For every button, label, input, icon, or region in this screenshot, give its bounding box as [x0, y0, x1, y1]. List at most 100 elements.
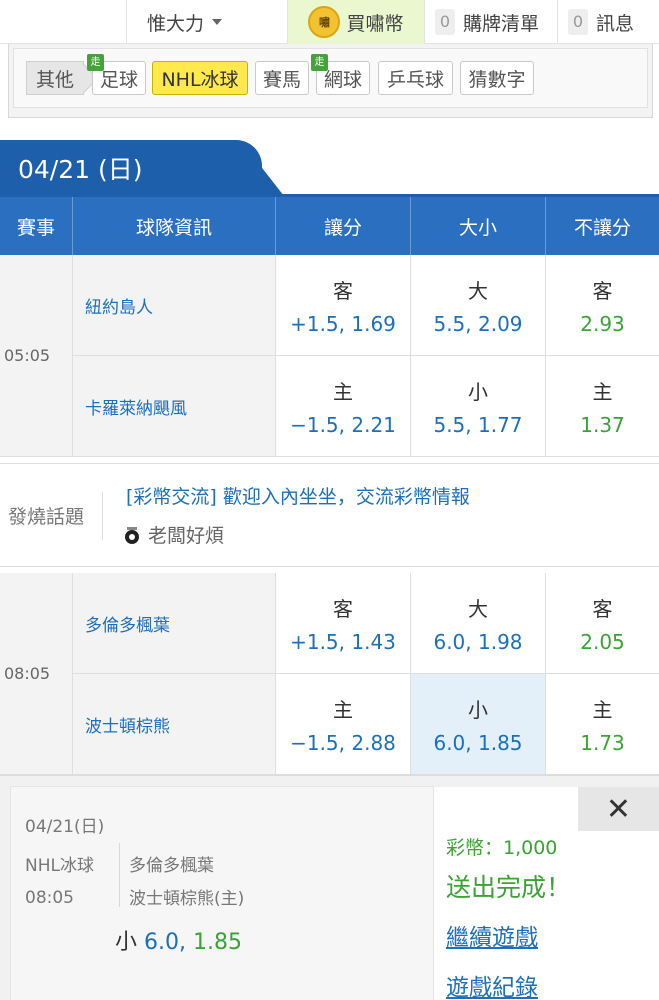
odds-moneyline[interactable]: 客 2.93	[546, 255, 659, 356]
sport-chip-label: 賽馬	[262, 68, 301, 91]
sport-chip-table-tennis[interactable]: 乒乓球	[378, 61, 453, 95]
header-over-under: 大小	[411, 197, 546, 255]
odds-over-under[interactable]: 大 5.5, 2.09	[411, 255, 546, 356]
bet-pick-odds: 1.85	[193, 930, 242, 955]
odds-side: 主	[592, 379, 613, 404]
odds-side: 主	[333, 379, 353, 404]
odds-over-under-selected[interactable]: 小 6.0, 1.85	[411, 674, 546, 775]
top-nav: 惟大力 嘯 買嘯幣 0 購牌清單 0 訊息	[0, 0, 659, 44]
odds-moneyline[interactable]: 主 1.73	[546, 674, 659, 775]
header-moneyline: 不讓分	[546, 197, 659, 255]
buy-coin-button[interactable]: 嘯 買嘯幣	[287, 0, 424, 44]
odds-handicap[interactable]: 客 +1.5, 1.43	[276, 573, 411, 674]
live-badge: 走	[87, 54, 104, 71]
date-tab[interactable]: 04/21 (日)	[0, 140, 262, 196]
divider	[102, 492, 103, 540]
odds-value: 2.05	[580, 629, 625, 654]
odds-value: 1.37	[580, 412, 625, 437]
submit-success-message: 送出完成！	[446, 873, 572, 902]
odds-side: 主	[333, 697, 353, 722]
team-name[interactable]: 卡羅萊納颶風	[73, 356, 276, 457]
live-badge: 走	[311, 54, 328, 71]
odds-value: 2.93	[580, 311, 625, 336]
team-name[interactable]: 多倫多楓葉	[73, 573, 276, 674]
game-history-link[interactable]: 遊戲紀錄	[446, 968, 538, 1000]
author-name: 老闆好煩	[148, 525, 225, 547]
odds-moneyline[interactable]: 客 2.05	[546, 573, 659, 674]
messages-button[interactable]: 0 訊息	[557, 0, 659, 44]
hot-topic-bar: 發燒話題 [彩幣交流] 歡迎入內坐坐，交流彩幣情報 老闆好煩	[0, 463, 659, 567]
team-name[interactable]: 紐約島人	[73, 255, 276, 356]
sport-chip-label: 乒乓球	[386, 68, 444, 91]
divider	[119, 843, 120, 907]
odds-side: 主	[592, 697, 613, 722]
continue-game-link[interactable]: 繼續遊戲	[446, 918, 538, 952]
sport-chip-guess-number[interactable]: 猜數字	[460, 61, 534, 95]
odds-value: +1.5, 1.43	[290, 629, 396, 654]
coin-balance: 彩幣：1,000	[446, 837, 558, 859]
odds-over-under[interactable]: 小 5.5, 1.77	[411, 356, 546, 457]
odds-handicap[interactable]: 主 −1.5, 2.88	[276, 674, 411, 775]
odds-value: 5.5, 1.77	[433, 412, 523, 437]
sport-chip-label: NHL冰球	[161, 68, 239, 91]
odds-value: 5.5, 2.09	[433, 311, 523, 336]
coin-icon: 嘯	[308, 6, 341, 38]
bet-time: 08:05	[25, 888, 74, 908]
other-sports-label: 其他	[35, 68, 74, 91]
sport-chip-tennis[interactable]: 走 網球	[311, 54, 370, 95]
odds-value: −1.5, 2.21	[290, 412, 396, 437]
other-sports-tab[interactable]: 其他	[26, 61, 84, 95]
sport-chip-horse-racing[interactable]: 賽馬	[255, 61, 309, 95]
bet-team-home: 波士頓棕熊(主)	[129, 889, 245, 909]
team-name[interactable]: 波士頓棕熊	[73, 674, 276, 775]
odds-value: 6.0, 1.85	[433, 730, 523, 755]
odds-value: 6.0, 1.98	[433, 629, 523, 654]
hot-topic-label: 發燒話題	[8, 506, 85, 528]
close-icon: ✕	[605, 791, 632, 827]
user-name: 惟大力	[147, 12, 205, 35]
sport-filter: 其他 走 足球 NHL冰球 賽馬 走 網球 乒乓球 猜數字	[8, 44, 653, 118]
author-avatar-icon	[125, 526, 139, 544]
odds-side: 客	[592, 596, 613, 621]
bet-team-away: 多倫多楓葉	[129, 856, 214, 876]
odds-side: 大	[468, 278, 488, 303]
bet-pick-line: 6.0	[144, 930, 180, 955]
messages-label: 訊息	[596, 12, 635, 35]
bet-pick-side: 小	[115, 930, 138, 955]
header-team-info: 球隊資訊	[73, 197, 276, 255]
bet-league: NHL冰球	[25, 856, 94, 876]
cart-count-badge: 0	[435, 9, 455, 35]
bet-slip-card: 04/21(日) NHL冰球 08:05 多倫多楓葉 波士頓棕熊(主) 小 6.…	[10, 786, 434, 1000]
date-tab-label: 04/21 (日)	[18, 155, 143, 184]
odds-over-under[interactable]: 大 6.0, 1.98	[411, 573, 546, 674]
user-menu[interactable]: 惟大力	[126, 0, 286, 44]
odds-side: 大	[468, 596, 488, 621]
odds-side: 客	[333, 596, 353, 621]
sport-chip-nhl[interactable]: NHL冰球	[152, 61, 248, 95]
bet-pick: 小 6.0, 1.85	[115, 930, 242, 955]
header-handicap: 讓分	[276, 197, 411, 255]
sport-chip-label: 足球	[99, 68, 138, 91]
odds-value: 1.73	[580, 730, 625, 755]
odds-value: +1.5, 1.69	[290, 311, 396, 336]
odds-handicap[interactable]: 客 +1.5, 1.69	[276, 255, 411, 356]
odds-side: 小	[468, 379, 488, 404]
bet-date: 04/21(日)	[25, 817, 105, 837]
caret-down-icon	[212, 19, 223, 25]
odds-side: 客	[333, 278, 353, 303]
topic-author[interactable]: 老闆好煩	[122, 521, 224, 548]
odds-moneyline[interactable]: 主 1.37	[546, 356, 659, 457]
sport-chip-label: 猜數字	[468, 68, 526, 91]
sport-chip-soccer[interactable]: 走 足球	[87, 54, 146, 95]
hot-topic-link[interactable]: [彩幣交流] 歡迎入內坐坐，交流彩幣情報	[126, 482, 470, 509]
match-time: 05:05	[0, 255, 73, 457]
message-count-badge: 0	[568, 9, 588, 35]
close-button[interactable]: ✕	[578, 787, 659, 831]
match-time: 08:05	[0, 573, 73, 775]
sport-chip-label: 網球	[323, 68, 362, 91]
odds-handicap[interactable]: 主 −1.5, 2.21	[276, 356, 411, 457]
odds-value: −1.5, 2.88	[290, 730, 396, 755]
header-event: 賽事	[0, 197, 73, 255]
odds-side: 客	[592, 278, 613, 303]
cart-button[interactable]: 0 購牌清單	[424, 0, 557, 44]
